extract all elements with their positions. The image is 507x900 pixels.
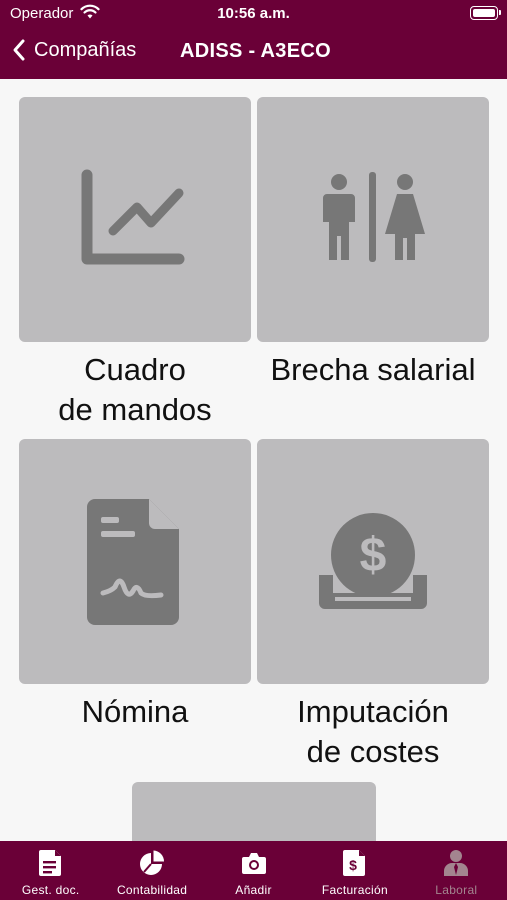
tab-facturacion[interactable]: $ Facturación: [304, 841, 405, 900]
tab-contabilidad[interactable]: Contabilidad: [101, 841, 202, 900]
tile-label: Cuadro de mandos: [58, 352, 212, 427]
page-title: ADISS - A3ECO: [180, 40, 331, 62]
pie-chart-icon: [140, 850, 165, 875]
tab-anadir[interactable]: Añadir: [203, 841, 304, 900]
back-label: Compañías: [34, 38, 137, 61]
clock: 10:56 a.m.: [217, 5, 290, 22]
person-icon: [444, 850, 469, 876]
tile-image: $: [257, 439, 489, 684]
tab-laboral[interactable]: Laboral: [406, 841, 507, 900]
tile-label: Nómina: [81, 694, 189, 729]
tile-label: Imputación de costes: [297, 694, 449, 769]
chevron-left-icon: [13, 39, 25, 61]
gender-gap-icon: [323, 171, 425, 262]
document-icon: [38, 850, 61, 876]
tile-image: [132, 782, 376, 841]
svg-text:$: $: [360, 529, 387, 582]
camera-icon: [241, 853, 266, 874]
svg-text:$: $: [349, 857, 357, 873]
header-bar: Operador 10:56 a.m. Compañías ADISS - A3…: [0, 0, 507, 79]
navigation-bar: Compañías ADISS - A3ECO: [0, 36, 507, 70]
tile-image: [257, 97, 489, 342]
tab-gest-doc[interactable]: Gest. doc.: [0, 841, 101, 900]
payroll-document-icon: [87, 498, 179, 625]
tab-bar: Gest. doc. Contabilidad Añadir $ Factura…: [0, 841, 507, 900]
tab-label: Añadir: [235, 883, 272, 897]
tile-image: [19, 439, 251, 684]
tab-label: Gest. doc.: [21, 883, 80, 897]
invoice-icon: $: [342, 850, 365, 876]
tab-label: Contabilidad: [116, 883, 188, 897]
tile-imputacion-de-costes[interactable]: $ Imputación de costes: [257, 439, 489, 772]
dollar-coin-icon: $: [319, 512, 427, 609]
battery-icon: [470, 6, 501, 20]
tile-brecha-salarial[interactable]: Brecha salarial: [257, 97, 489, 390]
tile-cuadro-de-mandos[interactable]: Cuadro de mandos: [19, 97, 251, 430]
line-chart-icon: [81, 169, 185, 264]
tab-label: Facturación: [321, 883, 388, 897]
status-bar: Operador 10:56 a.m.: [0, 4, 507, 25]
tile-label: Brecha salarial: [270, 352, 476, 387]
tab-label: Laboral: [435, 883, 478, 897]
tile-nomina[interactable]: Nómina: [19, 439, 251, 732]
tile-partial[interactable]: [132, 782, 376, 841]
tile-image: [19, 97, 251, 342]
menu-grid: Cuadro de mandos Brecha salarial Nómina: [0, 79, 507, 841]
back-button[interactable]: Compañías: [12, 38, 136, 62]
